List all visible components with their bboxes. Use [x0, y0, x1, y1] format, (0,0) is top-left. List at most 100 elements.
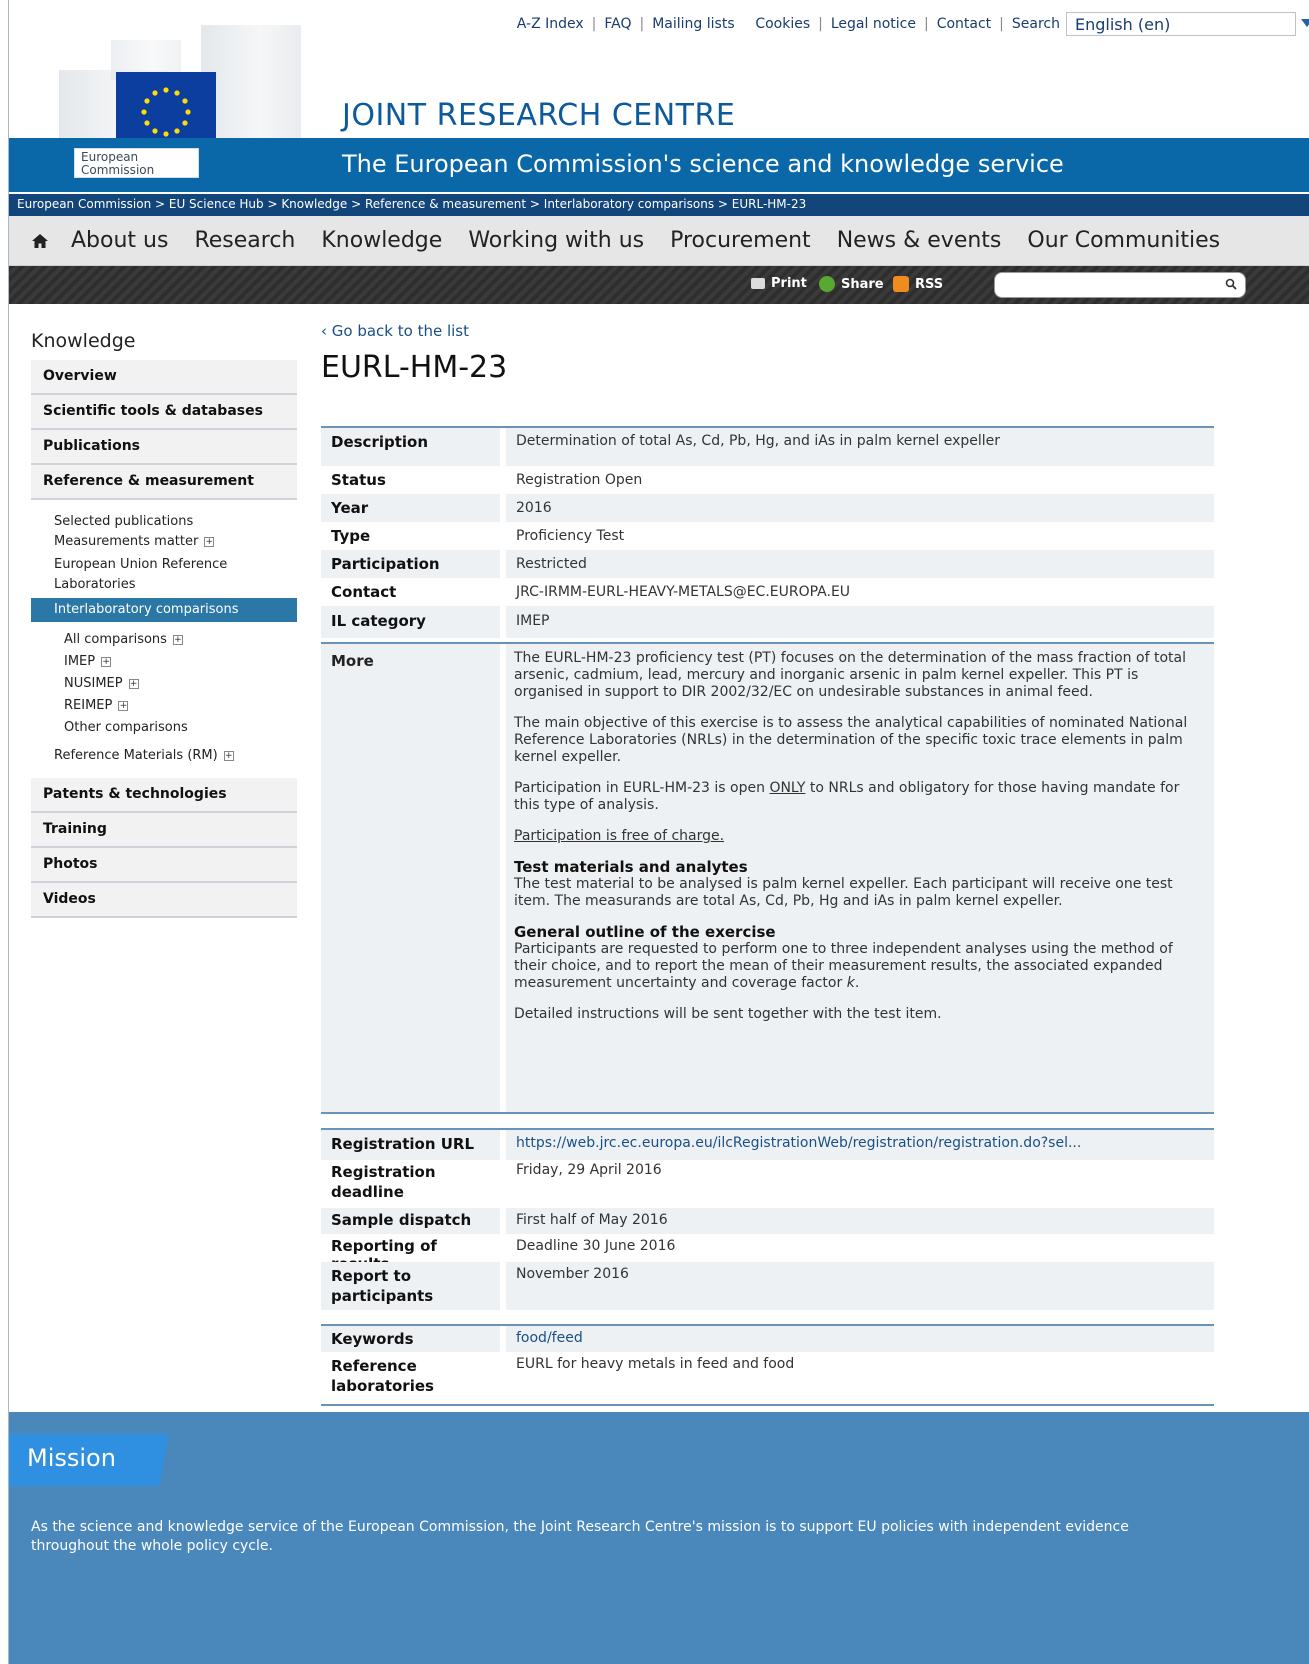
contact-link[interactable]: Contact: [937, 16, 991, 32]
sidebar-item-scientific-tools[interactable]: Scientific tools & databases: [31, 395, 297, 430]
mission-heading: Mission: [9, 1434, 169, 1486]
search-icon[interactable]: [1225, 278, 1237, 290]
search-input[interactable]: [994, 272, 1246, 298]
language-value: English (en): [1075, 15, 1171, 34]
main-nav: About us Research Knowledge Working with…: [9, 216, 1309, 266]
paragraph: The test material to be analysed is palm…: [514, 876, 1173, 909]
field-value: IMEP: [506, 606, 1214, 638]
sidebar-subitem-nusimep[interactable]: NUSIMEP +: [31, 672, 297, 696]
sidebar-subitem-interlaboratory-comparisons[interactable]: Interlaboratory comparisons: [31, 598, 297, 622]
sidebar-subitem-eurl[interactable]: European Union Reference Laboratories: [31, 552, 297, 598]
breadcrumb[interactable]: European Commission > EU Science Hub > K…: [9, 194, 1309, 216]
sidebar-item-patents[interactable]: Patents & technologies: [31, 778, 297, 813]
table-row: Registration deadline Friday, 29 April 20…: [321, 1160, 1214, 1208]
expand-icon[interactable]: +: [128, 678, 139, 689]
field-label: Keywords: [321, 1326, 506, 1352]
nav-news-events[interactable]: News & events: [837, 228, 1002, 253]
sidebar-subitem-other-comparisons[interactable]: Other comparisons: [31, 716, 297, 740]
expand-icon[interactable]: +: [172, 634, 183, 645]
field-value: 2016: [506, 494, 1214, 522]
expand-icon[interactable]: +: [204, 536, 215, 547]
utility-links: A-Z Index| FAQ| Mailing lists| Cookies| …: [516, 16, 1060, 32]
sidebar-subitem-label: Measurements matter: [54, 534, 199, 549]
sidebar-subitem-label: Laboratories: [54, 577, 136, 592]
back-to-list-link[interactable]: ‹ Go back to the list: [321, 322, 469, 340]
keywords-table: Keywords food/feed Reference laboratories…: [321, 1324, 1214, 1406]
field-label: Year: [321, 494, 506, 522]
home-icon[interactable]: [31, 233, 49, 249]
footer: Mission As the science and knowledge ser…: [9, 1412, 1309, 1664]
language-select[interactable]: English (en): [1066, 12, 1309, 36]
table-row: Type Proficiency Test: [321, 522, 1214, 550]
nav-working-with-us[interactable]: Working with us: [468, 228, 644, 253]
registration-url-link[interactable]: https://web.jrc.ec.europa.eu/ilcRegistra…: [516, 1135, 1081, 1151]
expand-icon[interactable]: +: [101, 656, 112, 667]
field-label: Description: [321, 428, 506, 466]
paragraph: The main objective of this exercise is t…: [514, 715, 1188, 765]
sidebar-subitem-all-comparisons[interactable]: All comparisons +: [31, 628, 297, 652]
table-row: Keywords food/feed: [321, 1326, 1214, 1352]
field-value: EURL for heavy metals in feed and food: [516, 1356, 795, 1372]
table-row: Contact JRC-IRMM-EURL-HEAVY-METALS@EC.EU…: [321, 578, 1214, 606]
sidebar-subitem-measurements-matter[interactable]: Measurements matter +: [31, 530, 297, 554]
table-row: IL category IMEP: [321, 606, 1214, 638]
field-value: Restricted: [506, 550, 1214, 578]
field-value: Determination of total As, Cd, Pb, Hg, a…: [506, 428, 1214, 466]
page: A-Z Index| FAQ| Mailing lists| Cookies| …: [8, 0, 1309, 1664]
table-row: Year 2016: [321, 494, 1214, 522]
table-row: Status Registration Open: [321, 466, 1214, 494]
contact-email-link[interactable]: JRC-IRMM-EURL-HEAVY-METALS@EC.EUROPA.EU: [506, 578, 1214, 606]
az-index-link[interactable]: A-Z Index: [517, 16, 584, 32]
sidebar-subitem-label: Reference Materials (RM): [54, 748, 218, 763]
nav-our-communities[interactable]: Our Communities: [1027, 228, 1220, 253]
cookies-link[interactable]: Cookies: [755, 16, 810, 32]
sidebar-item-overview[interactable]: Overview: [31, 360, 297, 395]
search-link[interactable]: Search: [1012, 16, 1060, 32]
sidebar-subitem-imep[interactable]: IMEP +: [31, 650, 297, 674]
chevron-down-icon: [1301, 19, 1309, 27]
sidebar-title: Knowledge: [31, 330, 136, 352]
sidebar: Overview Scientific tools & databases Pu…: [31, 360, 297, 918]
more-section: More The EURL-HM-23 proficiency test (PT…: [321, 642, 1214, 1114]
share-icon: [819, 276, 835, 292]
nav-knowledge[interactable]: Knowledge: [321, 228, 442, 253]
ec-label-line2: Commission: [81, 163, 155, 177]
faq-link[interactable]: FAQ: [604, 16, 631, 32]
table-row: Reporting of results Deadline 30 June 20…: [321, 1234, 1214, 1273]
sidebar-subitem-reference-materials[interactable]: Reference Materials (RM) +: [31, 744, 297, 768]
nav-about-us[interactable]: About us: [71, 228, 168, 253]
sidebar-item-reference-measurement[interactable]: Reference & measurement: [31, 465, 297, 500]
field-label: Contact: [321, 578, 506, 606]
mailing-lists-link[interactable]: Mailing lists: [652, 16, 734, 32]
nav-research[interactable]: Research: [194, 228, 295, 253]
print-button[interactable]: Print: [751, 276, 807, 291]
share-button[interactable]: Share: [819, 276, 884, 292]
printer-icon: [751, 278, 765, 289]
field-label: Status: [321, 466, 506, 494]
keyword-link[interactable]: food/feed: [516, 1330, 583, 1346]
more-content: The EURL-HM-23 proficiency test (PT) foc…: [506, 644, 1214, 1112]
section-heading: General outline of the exercise: [514, 923, 776, 941]
table-row: Report to participants November 2016: [321, 1262, 1214, 1310]
rss-button[interactable]: RSS: [893, 276, 943, 292]
nav-procurement[interactable]: Procurement: [670, 228, 811, 253]
paragraph: The EURL-HM-23 proficiency test (PT) foc…: [514, 650, 1186, 700]
sidebar-subnav: Selected publications Measurements matte…: [31, 500, 297, 774]
sidebar-item-photos[interactable]: Photos: [31, 848, 297, 883]
header-bar: The European Commission's science and kn…: [9, 138, 1309, 192]
sidebar-item-videos[interactable]: Videos: [31, 883, 297, 918]
sidebar-subitem-label: European Union Reference: [54, 557, 228, 572]
sidebar-item-publications[interactable]: Publications: [31, 430, 297, 465]
share-label: Share: [841, 276, 884, 292]
legal-notice-link[interactable]: Legal notice: [831, 16, 916, 32]
mission-text: As the science and knowledge service of …: [31, 1519, 1129, 1554]
paragraph: Detailed instructions will be sent toget…: [514, 1006, 942, 1022]
expand-icon[interactable]: +: [118, 700, 129, 711]
field-value: First half of May 2016: [506, 1208, 1214, 1234]
field-label: Report to participants: [321, 1262, 506, 1310]
expand-icon[interactable]: +: [223, 750, 234, 761]
sidebar-subitem-reimep[interactable]: REIMEP +: [31, 694, 297, 718]
sidebar-item-training[interactable]: Training: [31, 813, 297, 848]
field-label: Registration deadline: [321, 1160, 506, 1208]
site-title[interactable]: JOINT RESEARCH CENTRE: [342, 98, 735, 133]
